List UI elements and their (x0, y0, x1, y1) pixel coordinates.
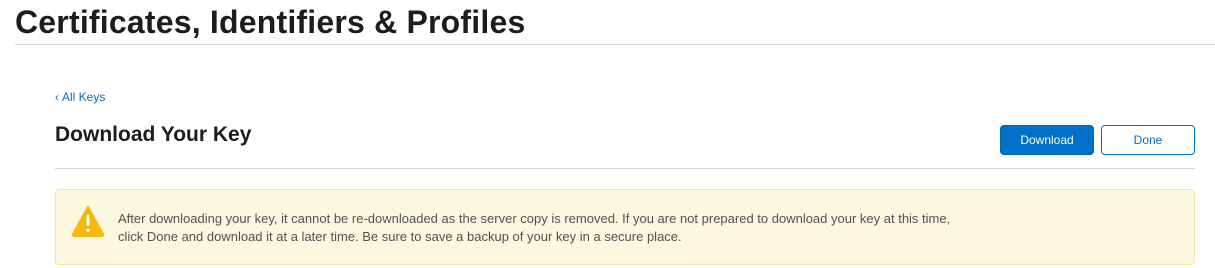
back-link-label: All Keys (62, 90, 106, 104)
warning-alert: After downloading your key, it cannot be… (55, 189, 1195, 265)
page-header: Certificates, Identifiers & Profiles (0, 0, 1215, 45)
title-divider (55, 168, 1195, 169)
done-button[interactable]: Done (1101, 125, 1195, 155)
back-to-all-keys-link[interactable]: ‹ All Keys (55, 90, 105, 104)
header-divider (15, 44, 1215, 45)
page-title: Download Your Key (55, 123, 252, 146)
alert-message: After downloading your key, it cannot be… (118, 211, 951, 244)
warning-icon (71, 205, 105, 237)
app-title: Certificates, Identifiers & Profiles (15, 4, 526, 40)
chevron-left-icon: ‹ (55, 90, 59, 104)
download-button[interactable]: Download (1000, 125, 1094, 155)
